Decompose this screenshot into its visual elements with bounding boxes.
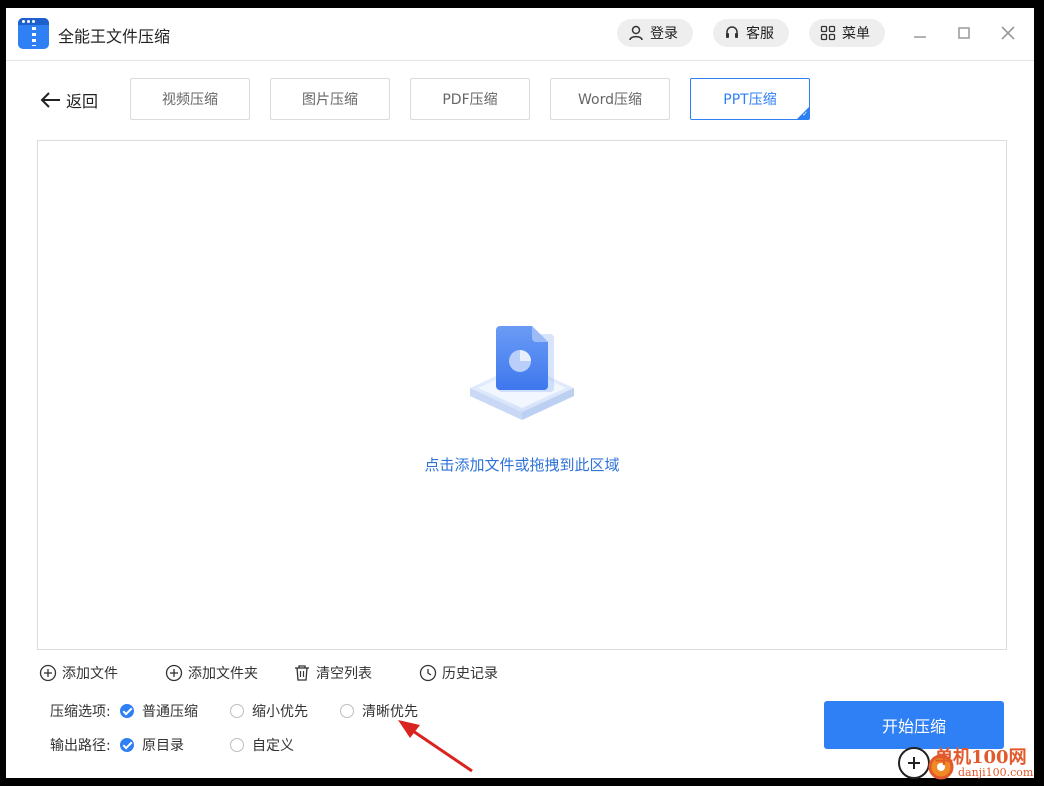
user-icon	[629, 25, 643, 41]
add-folder-label: 添加文件夹	[188, 666, 258, 682]
login-label: 登录	[650, 26, 678, 42]
plus-circle-icon	[165, 664, 183, 682]
watermark-url: danji100.com	[958, 766, 1034, 779]
radio-smaller-priority[interactable]: 缩小优先	[230, 701, 308, 721]
radio-unchecked-icon	[230, 704, 244, 718]
clock-icon	[419, 664, 437, 682]
tab-label: PDF压缩	[442, 92, 498, 108]
back-button[interactable]: 返回	[40, 88, 98, 112]
tab-video-compress[interactable]: 视频压缩	[130, 78, 250, 120]
close-icon[interactable]	[999, 24, 1017, 42]
radio-clarity-priority[interactable]: 清晰优先	[340, 701, 418, 721]
trash-icon	[295, 665, 309, 681]
radio-unchecked-icon	[340, 704, 354, 718]
plus-circle-icon	[39, 664, 57, 682]
compress-options-label: 压缩选项:	[50, 704, 111, 720]
menu-label: 菜单	[842, 26, 870, 42]
drop-hint-text[interactable]: 点击添加文件或拖拽到此区域	[38, 454, 1006, 475]
radio-original-directory[interactable]: 原目录	[120, 735, 184, 755]
history-button[interactable]: 历史记录	[419, 663, 498, 683]
radio-unchecked-icon	[230, 738, 244, 752]
radio-label: 自定义	[252, 738, 294, 754]
arrow-left-icon	[40, 92, 60, 108]
app-title: 全能王文件压缩	[58, 27, 171, 46]
clear-list-label: 清空列表	[316, 666, 372, 682]
radio-label: 原目录	[142, 738, 184, 754]
maximize-icon[interactable]	[955, 24, 973, 42]
tab-label: 图片压缩	[302, 92, 358, 108]
tab-label: PPT压缩	[723, 92, 777, 108]
add-folder-button[interactable]: 添加文件夹	[165, 663, 258, 683]
output-path-label: 输出路径:	[50, 738, 111, 754]
radio-label: 普通压缩	[142, 704, 198, 720]
login-button[interactable]: 登录	[617, 19, 693, 47]
radio-checked-icon	[120, 704, 134, 718]
radio-label: 缩小优先	[252, 704, 308, 720]
radio-checked-icon	[120, 738, 134, 752]
tab-image-compress[interactable]: 图片压缩	[270, 78, 390, 120]
customer-service-button[interactable]: 客服	[713, 19, 789, 47]
service-label: 客服	[746, 26, 774, 42]
add-file-label: 添加文件	[62, 666, 118, 682]
radio-label: 清晰优先	[362, 704, 418, 720]
menu-button[interactable]: 菜单	[809, 19, 885, 47]
clear-list-button[interactable]: 清空列表	[293, 663, 372, 683]
back-label: 返回	[66, 92, 99, 111]
radio-normal-compress[interactable]: 普通压缩	[120, 701, 198, 721]
grid-icon	[820, 25, 836, 41]
headset-icon	[726, 26, 738, 38]
ppt-file-upload-icon	[470, 326, 574, 420]
tab-pdf-compress[interactable]: PDF压缩	[410, 78, 530, 120]
app-logo-icon	[18, 18, 49, 49]
tab-label: 视频压缩	[162, 92, 218, 108]
file-drop-area[interactable]: 点击添加文件或拖拽到此区域	[37, 140, 1007, 650]
history-label: 历史记录	[442, 666, 498, 682]
minimize-icon[interactable]	[911, 24, 929, 42]
add-file-button[interactable]: 添加文件	[39, 663, 118, 683]
radio-custom-path[interactable]: 自定义	[230, 735, 294, 755]
check-icon: ✓	[802, 110, 808, 118]
tab-word-compress[interactable]: Word压缩	[550, 78, 670, 120]
tab-label: Word压缩	[578, 92, 642, 108]
title-bar: 全能王文件压缩 登录 客服 菜单	[6, 8, 1034, 61]
app-window: 全能王文件压缩 登录 客服 菜单 返回 视频压缩 图片压缩 PDF压缩 Word…	[6, 8, 1034, 778]
tab-ppt-compress[interactable]: PPT压缩 ✓	[690, 78, 810, 120]
